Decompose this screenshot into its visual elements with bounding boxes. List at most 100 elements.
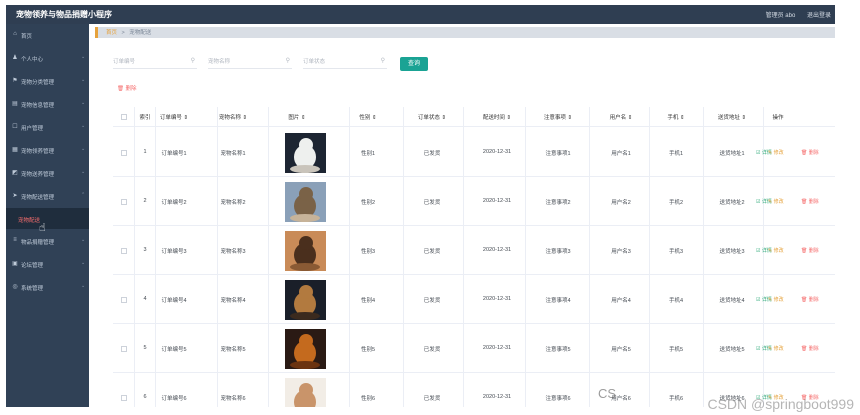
sidebar-item-7[interactable]: ➤ 宠物配送管理 ⌃ (6, 185, 89, 207)
order-no-search-field: ⚲ (113, 55, 197, 69)
sidebar-item-5[interactable]: ▦ 宠物领养管理 ⌄ (6, 139, 89, 161)
sidebar-item-label: 宠物领养管理 (21, 149, 55, 155)
search-icon: ⚲ (285, 58, 290, 64)
delete-button[interactable]: 🗑 删除 (801, 149, 819, 156)
column-header-4[interactable]: 性别 ⇕ (343, 113, 393, 121)
sidebar-item-3[interactable]: ▤ 宠物信息管理 ⌄ (6, 93, 89, 115)
sidebar-item-9[interactable]: ▣ 论坛管理 ⌄ (6, 253, 89, 275)
edit-button[interactable]: ✎ 修改 (768, 149, 784, 156)
sidebar-item-6[interactable]: ◩ 宠物送养管理 ⌄ (6, 162, 89, 184)
edit-label: 修改 (773, 199, 784, 205)
cell-order-no: 订单编号1 (161, 151, 187, 157)
sidebar-item-label: 首页 (21, 34, 33, 40)
sidebar-item-0[interactable]: ⌂ 首页 (6, 24, 89, 46)
cell-phone: 手机4 (668, 298, 684, 304)
breadcrumb-home[interactable]: 首页 (106, 30, 117, 36)
table-header: 索引 订单编号 ⇕ 宠物名称 ⇕ 图片 ⇕ 性别 ⇕ 订单状态 ⇕ 配送时间 ⇕ 注意事项 ⇕… (113, 107, 835, 127)
cell-pet-name: 宠物名称1 (220, 151, 246, 157)
sidebar-item-1[interactable]: ♟ 个人中心 ⌄ (6, 47, 89, 69)
column-header-11[interactable]: 操作 (753, 113, 803, 121)
sidebar-item-label: 个人中心 (21, 57, 44, 63)
sidebar-item-4[interactable]: ☐ 用户管理 ⌄ (6, 116, 89, 138)
column-header-7[interactable]: 注意事项 ⇕ (533, 113, 583, 121)
cell-username: 用户名3 (611, 249, 631, 255)
search-icon: ⚲ (380, 58, 385, 64)
pet-image (285, 231, 326, 271)
pet-image (285, 329, 326, 369)
table-row: 3 订单编号3 宠物名称3 性别3 已发货 2020-12-31 注意事项3 用户名3 手机3 送… (113, 226, 835, 275)
edit-button[interactable]: ✎ 修改 (768, 247, 784, 254)
pet-name-search-field: ⚲ (208, 55, 292, 69)
breadcrumb: 首页 > 宠物配送 (95, 27, 835, 38)
delete-button[interactable]: 🗑 删除 (801, 345, 819, 352)
cell-pet-name: 宠物名称6 (220, 396, 246, 402)
query-button[interactable]: 查询 (400, 57, 428, 71)
cell-gender: 性别4 (360, 298, 376, 304)
watermark-prefix: CS (598, 386, 617, 401)
cell-notes: 注意事项2 (545, 200, 571, 206)
pet-image (285, 182, 326, 222)
sidebar-item-label: 物品捐赠管理 (21, 240, 55, 246)
cell-username: 用户名5 (611, 347, 631, 353)
edit-button[interactable]: ✎ 修改 (768, 296, 784, 303)
cell-order-no: 订单编号3 (161, 249, 187, 255)
column-header-8[interactable]: 用户名 ⇕ (596, 113, 646, 121)
bulk-delete-button[interactable]: 🗑 删除 (117, 84, 137, 92)
cell-phone: 手机2 (668, 200, 684, 206)
edit-button[interactable]: ✎ 修改 (768, 345, 784, 352)
delete-button[interactable]: 🗑 删除 (801, 198, 819, 205)
column-header-9[interactable]: 手机 ⇕ (651, 113, 701, 121)
card-icon: ▤ (12, 101, 18, 107)
cell-time: 2020-12-31 (482, 345, 512, 351)
cell-notes: 注意事项5 (545, 347, 571, 353)
sidebar-item-label: 宠物信息管理 (21, 103, 55, 109)
sidebar-item-label: 宠物配送管理 (21, 195, 55, 201)
logout-link[interactable]: 退出登录 (807, 13, 831, 19)
column-header-5[interactable]: 订单状态 ⇕ (407, 113, 457, 121)
sidebar-subitem-pet-delivery[interactable]: 宠物配送 (6, 208, 89, 229)
grid-icon: ▦ (12, 147, 18, 153)
column-header-3[interactable]: 图片 ⇕ (272, 113, 322, 121)
table-row: 1 订单编号1 宠物名称1 性别1 已发货 2020-12-31 注意事项1 用户名1 手机1 送… (113, 128, 835, 177)
top-bar: 宠物领养与物品捐赠小程序 管理员 abo 退出登录 (6, 5, 835, 24)
cell-gender: 性别2 (360, 200, 376, 206)
delete-label: 删除 (808, 297, 819, 303)
pet-name-input[interactable] (208, 55, 280, 68)
cell-username: 用户名4 (611, 298, 631, 304)
chevron-icon: ⌄ (81, 146, 86, 152)
sidebar-item-2[interactable]: ⚑ 宠物分类管理 ⌄ (6, 70, 89, 92)
column-header-1[interactable]: 订单编号 ⇕ (149, 113, 199, 121)
delete-button[interactable]: 🗑 删除 (801, 296, 819, 303)
user-outline-icon: ☐ (12, 124, 18, 130)
chevron-icon: ⌄ (81, 123, 86, 129)
delete-button[interactable]: 🗑 删除 (801, 247, 819, 254)
edit-button[interactable]: ✎ 修改 (768, 198, 784, 205)
cell-address: 送货地址5 (719, 347, 745, 353)
cell-notes: 注意事项3 (545, 249, 571, 255)
pet-image (285, 378, 326, 407)
sidebar-item-8[interactable]: ≡ 物品捐赠管理 ⌄ (6, 230, 89, 252)
order-status-input[interactable] (303, 55, 375, 68)
user-label: 管理员 abo (765, 13, 796, 19)
order-no-input[interactable] (113, 55, 185, 68)
cell-gender: 性别5 (360, 347, 376, 353)
cell-pet-name: 宠物名称2 (220, 200, 246, 206)
cell-time: 2020-12-31 (482, 394, 512, 400)
chevron-icon: ⌄ (81, 283, 86, 289)
app-title: 宠物领养与物品捐赠小程序 (16, 10, 112, 19)
chevron-icon: ⌄ (81, 237, 86, 243)
chevron-icon: ⌄ (81, 260, 86, 266)
column-header-6[interactable]: 配送时间 ⇕ (472, 113, 522, 121)
column-header-2[interactable]: 宠物名称 ⇕ (208, 113, 258, 121)
cell-address: 送货地址4 (719, 298, 745, 304)
table-row: 2 订单编号2 宠物名称2 性别2 已发货 2020-12-31 注意事项2 用户名2 手机2 送… (113, 177, 835, 226)
cell-pet-name: 宠物名称4 (220, 298, 246, 304)
sidebar-item-label: 系统管理 (21, 286, 44, 292)
pet-image (285, 133, 326, 173)
column-header-10[interactable]: 送货地址 ⇕ (707, 113, 757, 121)
cell-phone: 手机1 (668, 151, 684, 157)
sidebar-item-10[interactable]: ◎ 系统管理 ⌄ (6, 276, 89, 298)
edit-label: 修改 (773, 248, 784, 254)
cell-notes: 注意事项6 (545, 396, 571, 402)
forum-icon: ▣ (12, 261, 18, 267)
